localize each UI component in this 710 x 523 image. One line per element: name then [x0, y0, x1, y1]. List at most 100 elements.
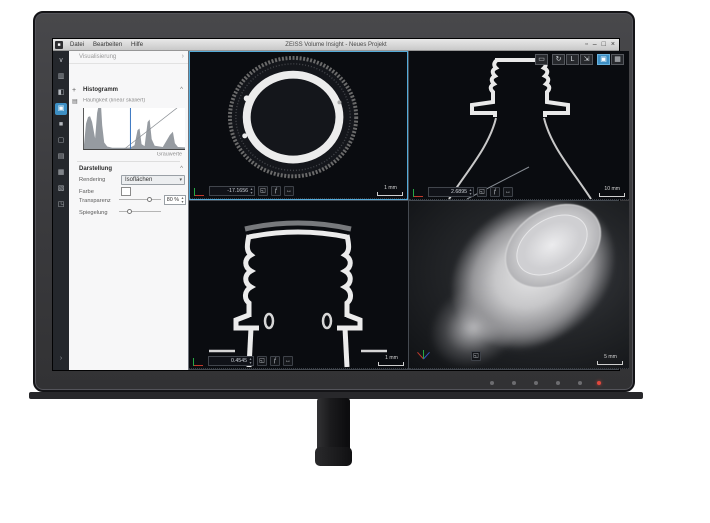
layout-grid-icon[interactable]: ▦: [611, 54, 624, 65]
slice-position-spinbox[interactable]: 0.4545 ▴▾: [208, 356, 254, 366]
display-icon[interactable]: ▣: [55, 103, 67, 115]
crop-icon[interactable]: ◱: [477, 187, 487, 197]
slider-handle[interactable]: [127, 209, 132, 214]
transparenz-value: 80 %: [167, 197, 181, 202]
collapse-icon[interactable]: ∨: [55, 55, 67, 67]
scale-bar: 5 mm: [597, 354, 623, 365]
power-led: [597, 381, 601, 385]
transparenz-label: Transparenz: [79, 198, 111, 204]
slice-position-value: 0.4545: [214, 358, 248, 363]
slice-position-spinbox[interactable]: -17.1656 ▴▾: [209, 186, 255, 196]
minimize-button[interactable]: –: [593, 41, 597, 48]
settings-panel: Visualisierung › + ▤ Histogramm ^ Häufig…: [69, 51, 189, 370]
close-button[interactable]: ×: [611, 41, 615, 48]
curve-icon[interactable]: ƒ: [270, 356, 280, 366]
rendering-select[interactable]: Isoflächen ▾: [121, 175, 185, 185]
color-swatch[interactable]: [121, 187, 131, 196]
slider-handle[interactable]: [147, 197, 152, 202]
app-window: ■ Datei Bearbeiten Hilfe ZEISS Volume In…: [53, 39, 619, 370]
bezel-button[interactable]: [534, 381, 538, 385]
slice-position-spinbox[interactable]: 2.6895 ▴▾: [428, 187, 474, 197]
import-icon[interactable]: ▥: [55, 71, 67, 83]
scale-bracket: [597, 361, 623, 365]
spinner-arrows-icon[interactable]: ▴▾: [249, 187, 254, 195]
transparenz-spinbox[interactable]: 80 % ▴▾: [164, 195, 186, 205]
menu-bearbeiten[interactable]: Bearbeiten: [93, 42, 122, 48]
collapse-section-icon[interactable]: ^: [180, 87, 183, 93]
transparenz-slider[interactable]: [119, 197, 161, 202]
spinner-arrows-icon[interactable]: ▴▾: [248, 357, 253, 365]
histogram-title: Histogramm: [83, 87, 118, 93]
slice-front-view: [189, 201, 408, 369]
viewport-toolbar: ▭ ↻ L ⇲ ▣ ▦: [535, 54, 624, 65]
darstellung-title: Darstellung: [79, 166, 112, 172]
contrast-icon[interactable]: ◧: [55, 87, 67, 99]
menu-hilfe[interactable]: Hilfe: [131, 42, 143, 48]
bezel-button[interactable]: [512, 381, 516, 385]
bezel-button[interactable]: [490, 381, 494, 385]
bezel-button[interactable]: [578, 381, 582, 385]
menu-datei[interactable]: Datei: [70, 42, 84, 48]
frame-icon[interactable]: ▢: [55, 135, 67, 147]
scale-label: 1 mm: [385, 355, 398, 360]
slice-top-view: [190, 52, 407, 199]
slice-position-value: -17.1656: [215, 188, 249, 193]
move-icon[interactable]: ↔: [503, 187, 513, 197]
title-bar: ■ Datei Bearbeiten Hilfe ZEISS Volume In…: [53, 39, 619, 51]
monitor-bezel: ■ Datei Bearbeiten Hilfe ZEISS Volume In…: [33, 11, 635, 392]
panel-nav[interactable]: Visualisierung ›: [69, 51, 188, 64]
left-icon-rail: ∨ ▥ ◧ ▣ ■ ▢ ▤ ▦ ▧ ◳ ›: [53, 51, 69, 370]
scale-bar: 1 mm: [377, 185, 403, 196]
crop-icon[interactable]: ◱: [258, 186, 268, 196]
report-icon[interactable]: ▤: [55, 151, 67, 163]
viewport-top-right[interactable]: ▭ ↻ L ⇲ ▣ ▦: [409, 51, 629, 200]
spiegelung-slider[interactable]: [119, 209, 161, 214]
move-icon[interactable]: ↔: [284, 186, 294, 196]
divider: [77, 161, 180, 162]
axes-icon[interactable]: L: [566, 54, 579, 65]
panel-nav-label: Visualisierung: [79, 54, 116, 60]
region-icon[interactable]: ■: [55, 119, 67, 131]
viewport-bottom-bar: -17.1656 ▴▾ ◱ ƒ ↔ 1 mm: [194, 185, 403, 196]
curve-icon[interactable]: ƒ: [271, 186, 281, 196]
add-icon[interactable]: +: [72, 87, 76, 94]
scale-label: 10 mm: [604, 186, 620, 191]
export-icon[interactable]: ▧: [55, 183, 67, 195]
scale-bracket: [378, 362, 404, 366]
monitor-stand-joint: [315, 447, 352, 466]
scale-label: 1 mm: [384, 185, 397, 190]
collapse-section-icon[interactable]: ^: [180, 166, 183, 172]
reset-view-icon[interactable]: ▭: [535, 54, 548, 65]
crop-icon[interactable]: ◱: [471, 351, 481, 361]
fit-view-icon[interactable]: ⇲: [580, 54, 593, 65]
slider-track: [119, 211, 161, 212]
farbe-label: Farbe: [79, 189, 94, 195]
rendering-label: Rendering: [79, 177, 105, 183]
viewport-bottom-left[interactable]: 0.4545 ▴▾ ◱ ƒ ↔ 1 mm: [189, 201, 408, 369]
spiegelung-label: Spiegelung: [79, 210, 108, 216]
viewport-bottom-bar: 2.6895 ▴▾ ◱ ƒ ↔ 10 mm: [413, 186, 625, 197]
page: ■ Datei Bearbeiten Hilfe ZEISS Volume In…: [0, 0, 710, 523]
scale-label: 5 mm: [604, 354, 617, 359]
histogram-chart[interactable]: [83, 108, 185, 150]
pages-icon[interactable]: ▤: [72, 98, 78, 105]
rotate-icon[interactable]: ↻: [552, 54, 565, 65]
slice-side-view: [409, 51, 629, 200]
spinner-arrows-icon[interactable]: ▴▾: [180, 196, 185, 204]
maximize-button[interactable]: □: [602, 41, 606, 48]
spinner-arrows-icon[interactable]: ▴▾: [468, 188, 473, 196]
render-3d-icon[interactable]: ▣: [597, 54, 610, 65]
move-icon[interactable]: ↔: [283, 356, 293, 366]
axis-indicator: [193, 356, 205, 366]
bezel-button[interactable]: [556, 381, 560, 385]
slider-track: [119, 199, 161, 200]
monitor-screen: ■ Datei Bearbeiten Hilfe ZEISS Volume In…: [52, 38, 620, 371]
media-icon[interactable]: ▦: [55, 167, 67, 179]
crop-icon[interactable]: ◱: [257, 356, 267, 366]
viewport-top-left[interactable]: -17.1656 ▴▾ ◱ ƒ ↔ 1 mm: [189, 51, 408, 200]
close-project-icon[interactable]: ◳: [55, 199, 67, 211]
viewport-bottom-right[interactable]: ◱ 5 mm: [409, 201, 629, 369]
expand-rail-icon[interactable]: ›: [55, 353, 67, 365]
curve-icon[interactable]: ƒ: [490, 187, 500, 197]
layout-icon[interactable]: ▫: [585, 41, 587, 48]
